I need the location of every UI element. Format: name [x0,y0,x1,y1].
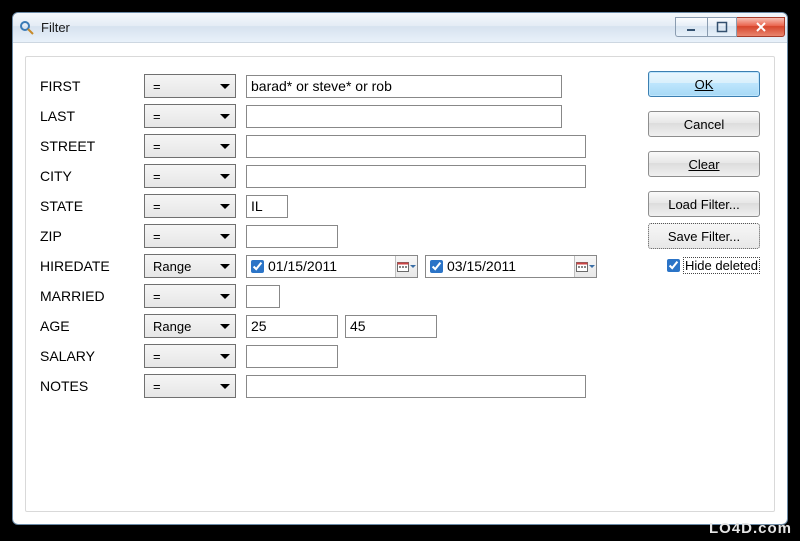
op-city[interactable]: = [144,164,236,188]
label-street: STREET [40,138,144,154]
client-area: FIRST = LAST = STREET = CITY = [13,43,787,524]
filter-dialog: Filter FIRST = LAST = STREET [12,12,788,525]
label-first: FIRST [40,78,144,94]
row-state: STATE = [40,191,597,221]
load-filter-button[interactable]: Load Filter... [648,191,760,217]
date-from-value: 01/15/2011 [268,258,391,274]
form-panel: FIRST = LAST = STREET = CITY = [25,56,775,512]
op-hiredate[interactable]: Range [144,254,236,278]
hide-deleted-option[interactable]: Hide deleted [648,257,760,274]
date-to-hiredate[interactable]: 03/15/2011 [425,255,597,278]
app-icon [19,20,35,36]
chevron-down-icon [220,84,230,89]
row-hiredate: HIREDATE Range 01/15/2011 03/15/2011 [40,251,597,281]
row-city: CITY = [40,161,597,191]
titlebar[interactable]: Filter [13,13,787,43]
input-city[interactable] [246,165,586,188]
date-to-enabled[interactable] [430,260,443,273]
save-filter-button[interactable]: Save Filter... [648,223,760,249]
op-zip[interactable]: = [144,224,236,248]
chevron-down-icon [220,174,230,179]
hide-deleted-checkbox[interactable] [667,259,680,272]
window-controls [675,18,785,37]
date-picker-button[interactable] [574,256,596,277]
op-married[interactable]: = [144,284,236,308]
date-from-enabled[interactable] [251,260,264,273]
chevron-down-icon [589,265,595,268]
close-button[interactable] [737,17,785,37]
chevron-down-icon [220,204,230,209]
input-last[interactable] [246,105,562,128]
row-notes: NOTES = [40,371,597,401]
input-married[interactable] [246,285,280,308]
op-notes[interactable]: = [144,374,236,398]
chevron-down-icon [220,144,230,149]
date-picker-button[interactable] [395,256,417,277]
row-street: STREET = [40,131,597,161]
op-street[interactable]: = [144,134,236,158]
label-city: CITY [40,168,144,184]
ok-button[interactable]: OK [648,71,760,97]
row-married: MARRIED = [40,281,597,311]
input-zip[interactable] [246,225,338,248]
op-state[interactable]: = [144,194,236,218]
maximize-button[interactable] [707,17,737,37]
row-zip: ZIP = [40,221,597,251]
input-salary[interactable] [246,345,338,368]
calendar-icon [397,261,409,272]
date-from-hiredate[interactable]: 01/15/2011 [246,255,418,278]
op-first[interactable]: = [144,74,236,98]
row-last: LAST = [40,101,597,131]
watermark: LO4D.com [709,520,792,537]
input-first[interactable] [246,75,562,98]
chevron-down-icon [410,265,416,268]
input-age-to[interactable] [345,315,437,338]
op-age[interactable]: Range [144,314,236,338]
input-state[interactable] [246,195,288,218]
op-salary[interactable]: = [144,344,236,368]
chevron-down-icon [220,324,230,329]
chevron-down-icon [220,264,230,269]
op-last[interactable]: = [144,104,236,128]
cancel-button[interactable]: Cancel [648,111,760,137]
chevron-down-icon [220,294,230,299]
label-state: STATE [40,198,144,214]
chevron-down-icon [220,114,230,119]
calendar-icon [576,261,588,272]
row-age: AGE Range [40,311,597,341]
filter-form: FIRST = LAST = STREET = CITY = [40,71,597,401]
label-hiredate: HIREDATE [40,258,144,274]
row-first: FIRST = [40,71,597,101]
minimize-button[interactable] [675,17,707,37]
chevron-down-icon [220,234,230,239]
label-zip: ZIP [40,228,144,244]
label-last: LAST [40,108,144,124]
label-age: AGE [40,318,144,334]
date-to-value: 03/15/2011 [447,258,570,274]
input-age-from[interactable] [246,315,338,338]
input-notes[interactable] [246,375,586,398]
label-notes: NOTES [40,378,144,394]
button-sidebar: OK Cancel Clear Load Filter... Save Filt… [648,71,760,274]
hide-deleted-label: Hide deleted [683,257,760,274]
input-street[interactable] [246,135,586,158]
row-salary: SALARY = [40,341,597,371]
chevron-down-icon [220,354,230,359]
clear-button[interactable]: Clear [648,151,760,177]
label-salary: SALARY [40,348,144,364]
label-married: MARRIED [40,288,144,304]
chevron-down-icon [220,384,230,389]
window-title: Filter [41,20,669,35]
